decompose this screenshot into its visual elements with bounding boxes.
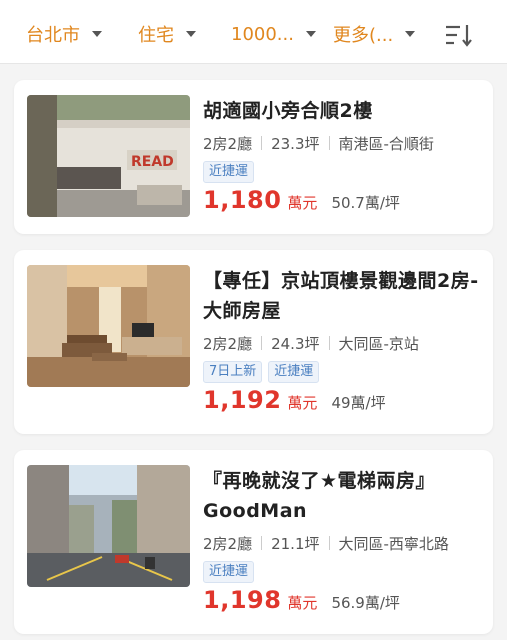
listing-location: 南港區-合順街 xyxy=(338,134,434,153)
price-unit: 萬元 xyxy=(287,394,318,412)
filter-city[interactable]: 台北市 xyxy=(26,20,102,48)
filter-city-label: 台北市 xyxy=(26,25,80,46)
listing-title: 『再晚就沒了★電梯兩房』GoodMan xyxy=(203,470,436,522)
listing-card[interactable]: 【專任】京站頂樓景觀邊間2房-大師房屋 2房2廳 24.3坪 大同區-京站 7日… xyxy=(14,250,493,434)
sort-descending-icon xyxy=(446,25,472,47)
listing-price: 1,180 萬元 50.7萬/坪 xyxy=(203,186,400,214)
listing-location: 大同區-西寧北路 xyxy=(338,534,449,553)
listing-title: 【專任】京站頂樓景觀邊間2房-大師房屋 xyxy=(203,270,479,322)
price-value: 1,180 xyxy=(203,186,282,214)
filter-type-label: 住宅 xyxy=(138,25,174,46)
listing-layout: 2房2廳 xyxy=(203,134,253,153)
tag: 近捷運 xyxy=(203,161,255,183)
listing-photo: READ xyxy=(27,95,190,217)
listing-card[interactable]: READ 胡適國小旁合順2樓 2房2廳 23.3坪 南港區-合順街 近捷運 1,… xyxy=(14,80,493,234)
sort-button[interactable] xyxy=(444,22,474,48)
listing-area: 21.1坪 xyxy=(271,534,320,553)
tag: 7日上新 xyxy=(203,361,263,383)
price-value: 1,192 xyxy=(203,386,282,414)
listing-tags: 7日上新 近捷運 xyxy=(203,361,320,383)
chevron-down-icon xyxy=(92,31,102,37)
filter-bar: 台北市 住宅 1000... 更多(... xyxy=(0,0,507,64)
filter-price-label: 1000... xyxy=(231,23,294,45)
chevron-down-icon xyxy=(305,31,316,37)
filter-type[interactable]: 住宅 xyxy=(138,20,196,48)
tag: 近捷運 xyxy=(203,561,255,583)
listing-layout: 2房2廳 xyxy=(203,334,253,353)
unit-price: 56.9萬/坪 xyxy=(331,594,400,612)
listing-title: 胡適國小旁合順2樓 xyxy=(203,100,373,122)
tag: 近捷運 xyxy=(268,361,320,383)
listing-photo xyxy=(27,265,190,387)
listing-layout: 2房2廳 xyxy=(203,534,253,553)
chevron-down-icon xyxy=(186,31,196,37)
filter-more-label: 更多(... xyxy=(333,25,394,46)
listing-meta: 2房2廳 24.3坪 大同區-京站 xyxy=(203,332,419,354)
listing-price: 1,198 萬元 56.9萬/坪 xyxy=(203,586,400,614)
listing-photo xyxy=(27,465,190,587)
filter-price[interactable]: 1000... xyxy=(231,20,316,48)
price-value: 1,198 xyxy=(203,586,282,614)
listing-meta: 2房2廳 21.1坪 大同區-西寧北路 xyxy=(203,532,449,554)
listing-area: 23.3坪 xyxy=(271,134,320,153)
listing-area: 24.3坪 xyxy=(271,334,320,353)
filter-more[interactable]: 更多(... xyxy=(333,20,416,48)
unit-price: 49萬/坪 xyxy=(331,394,386,412)
svg-text:READ: READ xyxy=(131,154,174,170)
listing-price: 1,192 萬元 49萬/坪 xyxy=(203,386,386,414)
listing-tags: 近捷運 xyxy=(203,161,255,183)
listing-meta: 2房2廳 23.3坪 南港區-合順街 xyxy=(203,132,434,154)
listing-location: 大同區-京站 xyxy=(338,334,419,353)
listing-tags: 近捷運 xyxy=(203,561,255,583)
unit-price: 50.7萬/坪 xyxy=(331,194,400,212)
price-unit: 萬元 xyxy=(287,594,318,612)
chevron-down-icon xyxy=(405,31,416,37)
price-unit: 萬元 xyxy=(287,194,318,212)
listing-card[interactable]: 『再晚就沒了★電梯兩房』GoodMan 2房2廳 21.1坪 大同區-西寧北路 … xyxy=(14,450,493,634)
